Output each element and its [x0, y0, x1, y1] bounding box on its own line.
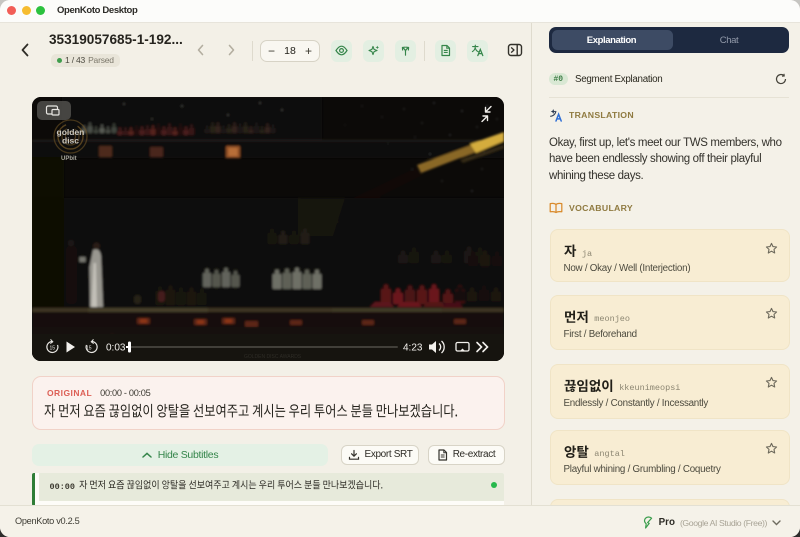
svg-text:UPbit: UPbit — [61, 156, 77, 162]
svg-text:4:23: 4:23 — [403, 343, 423, 354]
svg-text:15: 15 — [86, 346, 92, 352]
svg-text:disc: disc — [62, 136, 79, 146]
svg-text:GOLDEN DISC AWARDS: GOLDEN DISC AWARDS — [244, 354, 302, 360]
svg-text:0:03: 0:03 — [106, 343, 126, 354]
svg-text:15: 15 — [50, 346, 56, 352]
